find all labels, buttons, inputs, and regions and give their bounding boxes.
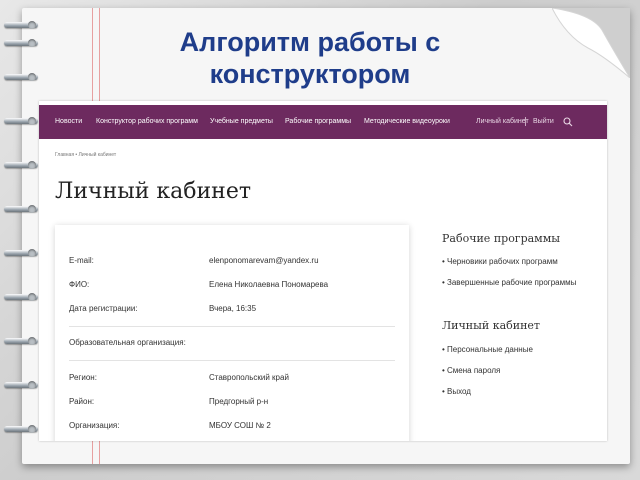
fio-value: Елена Николаевна Пономарева bbox=[209, 280, 329, 289]
search-icon[interactable] bbox=[563, 117, 573, 127]
region-value: Ставропольский край bbox=[209, 373, 289, 382]
sidebar-programs-heading: Рабочие программы bbox=[442, 232, 561, 245]
nav-item-subjects[interactable]: Учебные предметы bbox=[210, 118, 273, 125]
top-nav: Новости Конструктор рабочих программ Уче… bbox=[39, 105, 607, 139]
nav-account-link[interactable]: Личный кабинет bbox=[476, 118, 529, 125]
nav-separator bbox=[525, 117, 526, 126]
organization-value: МБОУ СОШ № 2 bbox=[209, 421, 271, 430]
sidebar-link-completed[interactable]: • Завершенные рабочие программы bbox=[442, 278, 576, 287]
breadcrumb[interactable]: Главная • Личный кабинет bbox=[55, 152, 116, 158]
website-screenshot: Новости Конструктор рабочих программ Уче… bbox=[39, 101, 607, 441]
nav-item-video-lessons[interactable]: Методические видеоуроки bbox=[364, 118, 450, 125]
sidebar-link-drafts[interactable]: • Черновики рабочих программ bbox=[442, 257, 558, 266]
nav-item-programs[interactable]: Рабочие программы bbox=[285, 118, 351, 125]
slide-title: Алгоритм работы с конструктором bbox=[179, 27, 441, 89]
district-value: Предгорный р-н bbox=[209, 397, 269, 406]
district-label: Район: bbox=[69, 397, 95, 406]
sidebar-link-logout[interactable]: • Выход bbox=[442, 387, 471, 396]
sidebar-account-heading: Личный кабинет bbox=[442, 319, 541, 332]
profile-card: E-mail: elenponomarevam@yandex.ru ФИО: Е… bbox=[55, 225, 409, 441]
organization-label: Организация: bbox=[69, 421, 120, 430]
divider bbox=[69, 360, 395, 361]
sidebar-link-personal-data[interactable]: • Персональные данные bbox=[442, 345, 533, 354]
page-title: Личный кабинет bbox=[55, 179, 252, 204]
fio-label: ФИО: bbox=[69, 280, 90, 289]
page-curl bbox=[552, 8, 630, 78]
email-value: elenponomarevam@yandex.ru bbox=[209, 256, 319, 265]
nav-logout-link[interactable]: Выйти bbox=[533, 118, 554, 125]
email-label: E-mail: bbox=[69, 256, 94, 265]
sidebar-link-change-password[interactable]: • Смена пароля bbox=[442, 366, 500, 375]
reg-date-label: Дата регистрации: bbox=[69, 304, 138, 313]
divider bbox=[69, 326, 395, 327]
nav-item-news[interactable]: Новости bbox=[55, 118, 82, 125]
reg-date-value: Вчера, 16:35 bbox=[209, 304, 257, 313]
region-label: Регион: bbox=[69, 373, 97, 382]
nav-item-constructor[interactable]: Конструктор рабочих программ bbox=[96, 118, 198, 125]
org-section-label: Образовательная организация: bbox=[69, 338, 186, 347]
